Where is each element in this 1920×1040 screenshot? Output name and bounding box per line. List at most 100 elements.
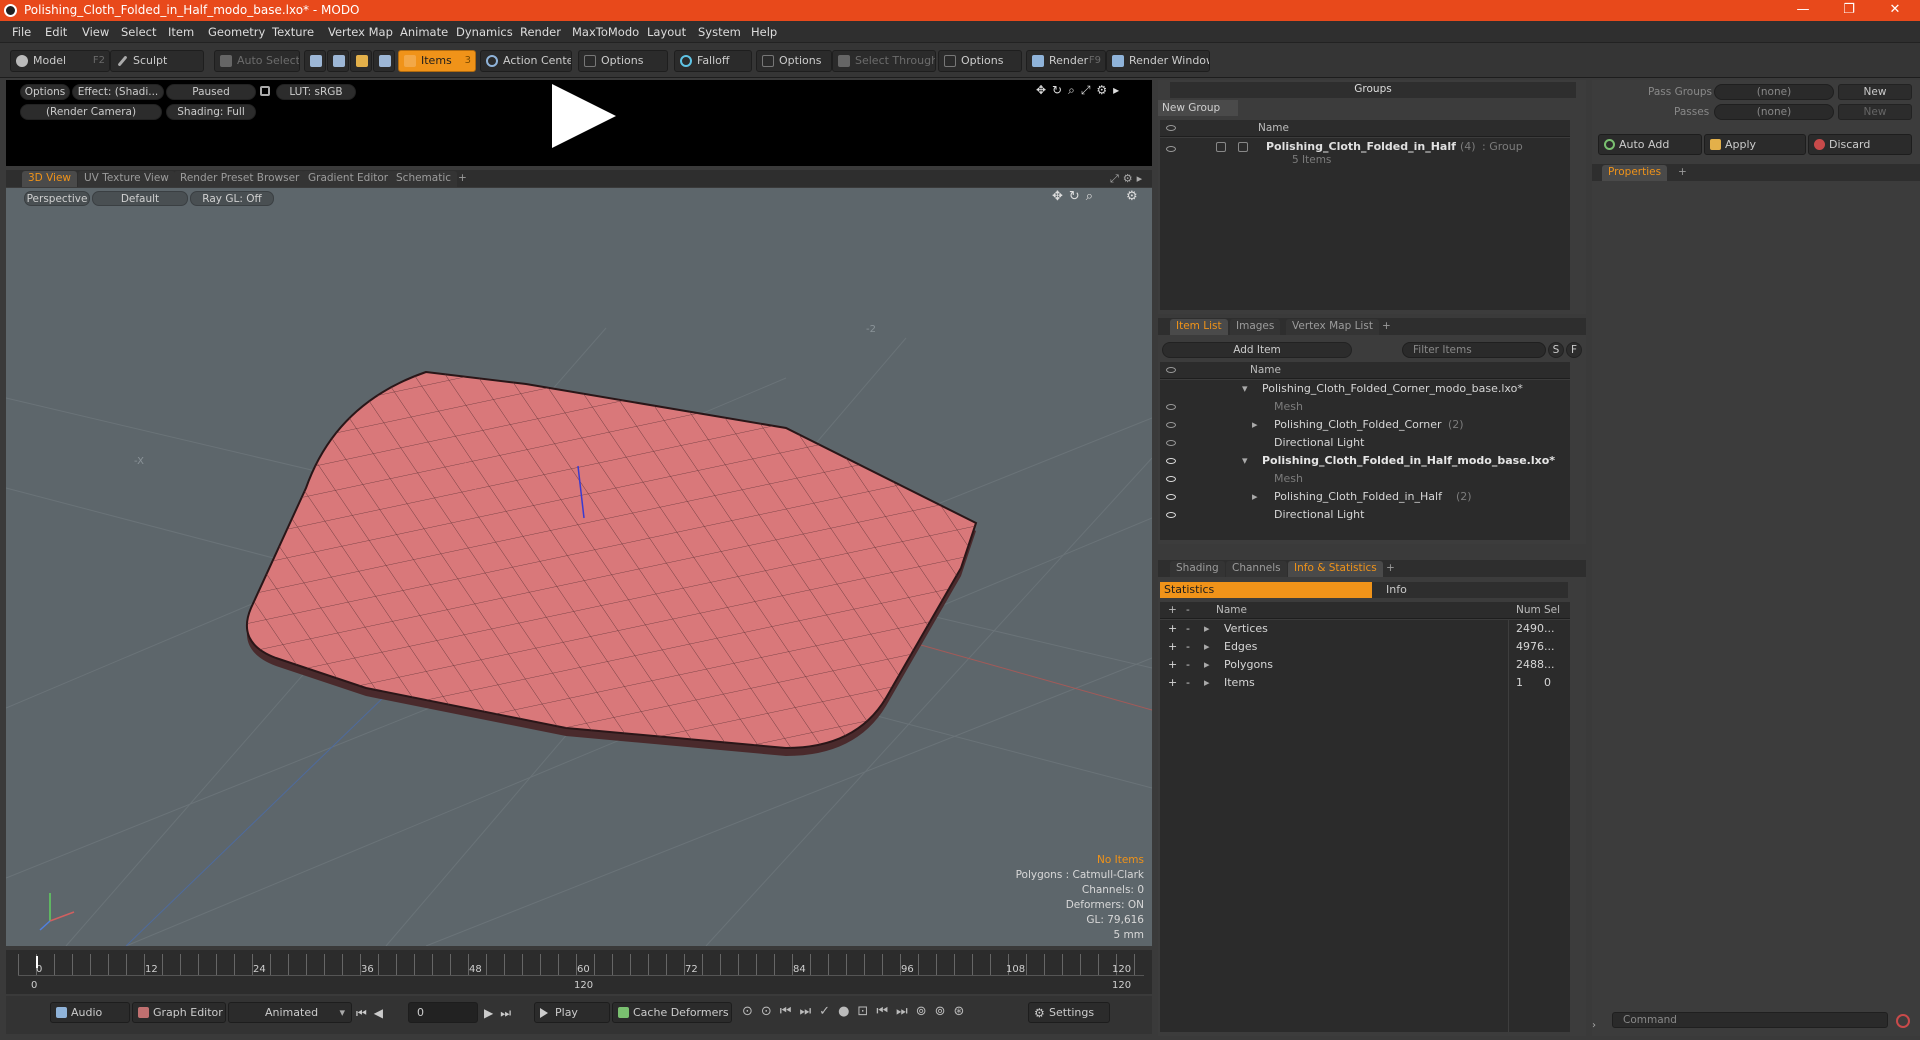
list-item[interactable]: ▸ Polishing_Cloth_Folded_Corner (2) <box>1160 416 1570 434</box>
viewport-nav-icons[interactable]: ✥↻⌕ <box>1052 189 1099 204</box>
tab-gradient-editor[interactable]: Gradient Editor <box>302 171 395 187</box>
menu-animate[interactable]: Animate <box>400 25 448 39</box>
remove-icon[interactable]: - <box>1186 656 1190 674</box>
graph-editor-button[interactable]: Graph Editor <box>132 1002 226 1023</box>
play-icon[interactable] <box>552 84 616 148</box>
render-window-button[interactable]: Render Window <box>1106 50 1210 72</box>
viewport-gear-icon[interactable]: ⚙ <box>1126 189 1138 204</box>
maximize-button[interactable]: ❐ <box>1826 0 1872 21</box>
checkbox-icon[interactable] <box>1238 142 1248 152</box>
polygons-mode-button[interactable] <box>350 50 372 72</box>
add-icon[interactable]: + <box>1168 674 1177 692</box>
remove-icon[interactable]: - <box>1186 638 1190 656</box>
lut-dropdown[interactable]: LUT: sRGB <box>276 84 356 100</box>
add-tab-button[interactable]: + <box>1376 319 1397 335</box>
falloff-options-button[interactable]: Options <box>756 50 832 72</box>
select-through-button[interactable]: Select Through <box>832 50 936 72</box>
list-item[interactable]: Mesh <box>1160 470 1570 488</box>
menu-layout[interactable]: Layout <box>647 25 686 39</box>
close-button[interactable]: ✕ <box>1872 0 1918 21</box>
add-item-dropdown[interactable]: Add Item <box>1162 342 1352 358</box>
add-tab-button[interactable]: + <box>1380 561 1401 577</box>
preview-nav-icons[interactable]: ✥↻⌕⤢⚙▸ <box>1036 83 1125 98</box>
lock-icon[interactable] <box>260 86 270 96</box>
raygl-dropdown[interactable]: Ray GL: Off <box>190 191 274 206</box>
preview-options-button[interactable]: Options <box>20 84 70 100</box>
viewport-tab-controls-icon[interactable]: ⤢⚙▸ <box>1110 172 1146 186</box>
menu-vertex-map[interactable]: Vertex Map <box>328 25 393 39</box>
materials-mode-button[interactable] <box>373 50 395 72</box>
new-pass-button[interactable]: New <box>1838 104 1912 120</box>
remove-icon[interactable]: - <box>1186 620 1190 638</box>
filter-items-input[interactable]: Filter Items <box>1402 342 1546 358</box>
action-center-button[interactable]: Action Center <box>480 50 572 72</box>
tab-uv-texture-view[interactable]: UV Texture View <box>78 171 175 187</box>
pass-groups-dropdown[interactable]: (none) <box>1714 84 1834 100</box>
frame-input[interactable]: 0 <box>408 1002 478 1023</box>
add-tab-button[interactable]: + <box>1672 165 1693 181</box>
render-button[interactable]: Render F9 <box>1026 50 1106 72</box>
tab-schematic[interactable]: Schematic <box>390 171 458 187</box>
transport-back-icons[interactable]: ⏮◀ <box>356 1006 390 1021</box>
add-icon[interactable]: + <box>1168 656 1177 674</box>
timeline[interactable]: 0 12 24 36 48 60 72 84 96 108 120 0 120 … <box>6 950 1152 994</box>
menu-system[interactable]: System <box>698 25 741 39</box>
animated-dropdown[interactable]: Animated ▾ <box>228 1002 352 1023</box>
add-icon[interactable]: + <box>1168 620 1177 638</box>
menu-dynamics[interactable]: Dynamics <box>456 25 513 39</box>
group-item-name[interactable]: Polishing_Cloth_Folded_in_Half <box>1266 140 1456 153</box>
edges-mode-button[interactable] <box>327 50 349 72</box>
add-tab-button[interactable]: + <box>452 171 473 187</box>
menu-texture[interactable]: Texture <box>272 25 314 39</box>
list-item[interactable]: Mesh <box>1160 398 1570 416</box>
tab-properties[interactable]: Properties <box>1602 165 1668 181</box>
preview-effect-dropdown[interactable]: Effect: (Shadi... <box>72 84 164 100</box>
discard-button[interactable]: Discard <box>1808 134 1912 155</box>
tab-item-list[interactable]: Item List <box>1170 319 1228 335</box>
audio-button[interactable]: Audio <box>50 1002 130 1023</box>
items-mode-button[interactable]: Items 3 <box>398 50 476 72</box>
expand-arrow-icon[interactable]: › <box>1592 1020 1602 1036</box>
menu-item[interactable]: Item <box>168 25 194 39</box>
list-item[interactable]: ▾ Polishing_Cloth_Folded_Corner_modo_base… <box>1160 380 1570 398</box>
auto-select-button[interactable]: Auto Select <box>214 50 300 72</box>
play-button[interactable]: Play <box>534 1002 610 1023</box>
sculpt-button[interactable]: Sculpt <box>110 50 204 72</box>
tab-3d-view[interactable]: 3D View <box>22 171 78 187</box>
shading-dropdown[interactable]: Shading: Full <box>166 104 256 120</box>
menu-edit[interactable]: Edit <box>45 25 67 39</box>
remove-icon[interactable]: - <box>1186 674 1190 692</box>
tab-vertex-map-list[interactable]: Vertex Map List <box>1286 319 1379 335</box>
menu-view[interactable]: View <box>82 25 109 39</box>
filter-f-button[interactable]: F <box>1566 342 1582 358</box>
model-button[interactable]: Model F2 <box>10 50 110 72</box>
playhead[interactable] <box>36 956 38 968</box>
list-item[interactable]: ▾ Polishing_Cloth_Folded_in_Half_modo_bas… <box>1160 452 1570 470</box>
cache-deformers-button[interactable]: Cache Deformers <box>612 1002 732 1023</box>
tab-shading[interactable]: Shading <box>1170 561 1225 577</box>
checkbox-icon[interactable] <box>1216 142 1226 152</box>
menu-select[interactable]: Select <box>121 25 156 39</box>
render-camera-dropdown[interactable]: (Render Camera) <box>20 104 162 120</box>
command-input[interactable]: Command <box>1612 1012 1888 1028</box>
list-item[interactable]: ▸ Polishing_Cloth_Folded_in_Half (2) <box>1160 488 1570 506</box>
menu-maxtomodo[interactable]: MaxToModo <box>572 25 639 39</box>
minimize-button[interactable]: — <box>1780 0 1826 21</box>
perspective-dropdown[interactable]: Perspective <box>24 191 90 206</box>
add-icon[interactable]: + <box>1168 638 1177 656</box>
list-item[interactable]: Directional Light <box>1160 506 1570 524</box>
transport-forward-icons[interactable]: ▶⏭ <box>484 1006 518 1021</box>
default-style-dropdown[interactable]: Default <box>92 191 188 206</box>
menu-geometry[interactable]: Geometry <box>208 25 265 39</box>
list-item[interactable]: Directional Light <box>1160 434 1570 452</box>
falloff-button[interactable]: Falloff <box>674 50 752 72</box>
record-icon[interactable] <box>1896 1014 1910 1028</box>
3d-viewport[interactable]: Perspective Default Ray GL: Off ✥↻⌕ ⚙ -2… <box>6 188 1152 946</box>
passes-dropdown[interactable]: (none) <box>1714 104 1834 120</box>
settings-button[interactable]: ⚙ Settings <box>1028 1002 1110 1023</box>
vertices-mode-button[interactable] <box>304 50 326 72</box>
filter-s-button[interactable]: S <box>1548 342 1564 358</box>
tab-render-preset-browser[interactable]: Render Preset Browser <box>174 171 306 187</box>
info-subtab[interactable]: Info <box>1372 582 1568 598</box>
tab-info-statistics[interactable]: Info & Statistics <box>1288 561 1383 577</box>
